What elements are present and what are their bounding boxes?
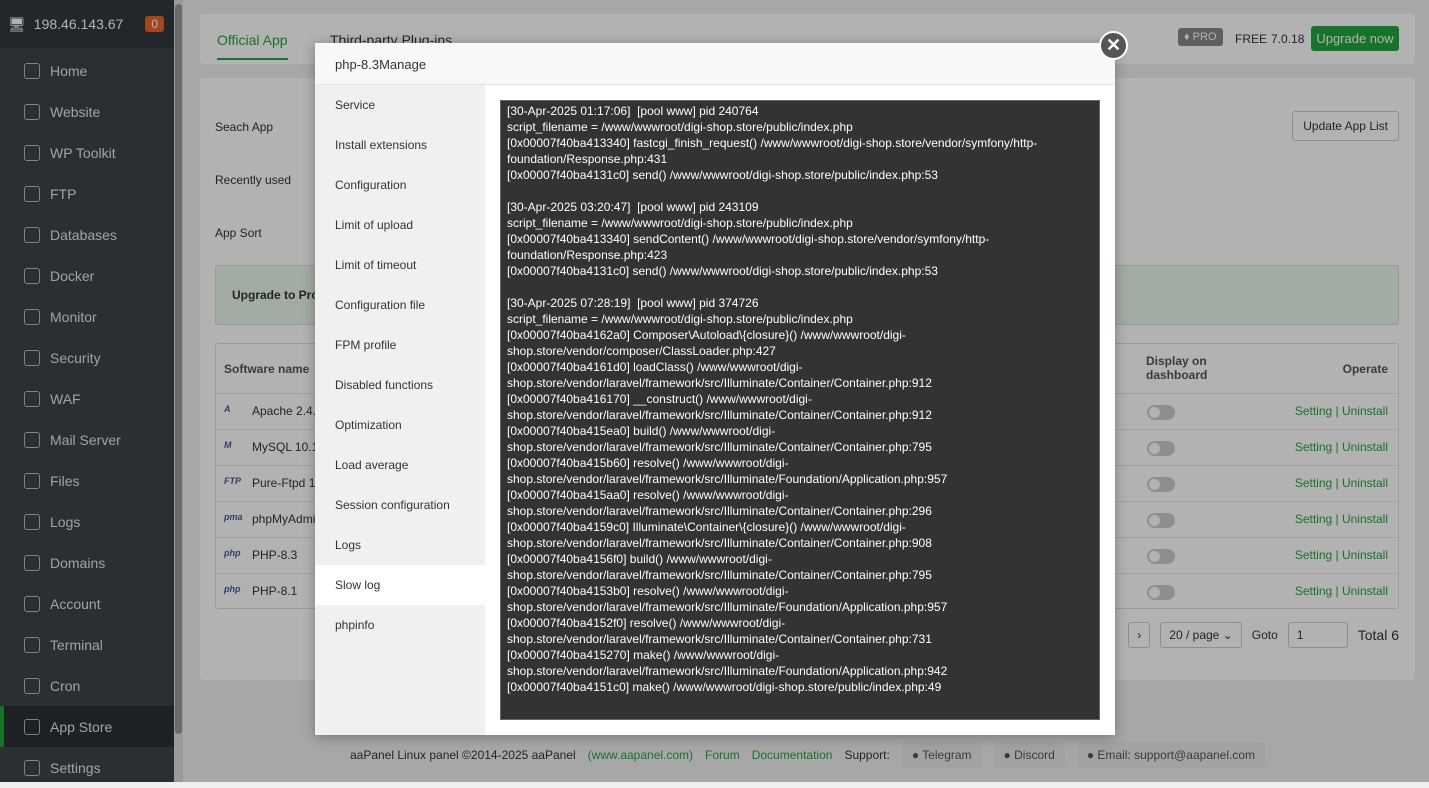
menu-item-load-average[interactable]: Load average: [315, 445, 485, 485]
dialog-title: php-8.3Manage: [315, 43, 1115, 85]
menu-item-phpinfo[interactable]: phpinfo: [315, 605, 485, 645]
menu-item-service[interactable]: Service: [315, 85, 485, 125]
menu-item-session-configuration[interactable]: Session configuration: [315, 485, 485, 525]
menu-item-configuration[interactable]: Configuration: [315, 165, 485, 205]
menu-item-limit-of-upload[interactable]: Limit of upload: [315, 205, 485, 245]
menu-item-configuration-file[interactable]: Configuration file: [315, 285, 485, 325]
slow-log-output[interactable]: [30-Apr-2025 01:17:06] [pool www] pid 24…: [500, 100, 1100, 720]
menu-item-disabled-functions[interactable]: Disabled functions: [315, 365, 485, 405]
dialog-menu: Service Install extensions Configuration Li…: [315, 85, 485, 735]
menu-item-install-extensions[interactable]: Install extensions: [315, 125, 485, 165]
menu-item-slow-log[interactable]: Slow log: [315, 565, 485, 605]
close-dialog-button[interactable]: ✕: [1099, 31, 1128, 60]
menu-item-fpm-profile[interactable]: FPM profile: [315, 325, 485, 365]
menu-item-optimization[interactable]: Optimization: [315, 405, 485, 445]
close-icon: ✕: [1105, 35, 1122, 55]
menu-item-logs[interactable]: Logs: [315, 525, 485, 565]
menu-item-limit-of-timeout[interactable]: Limit of timeout: [315, 245, 485, 285]
php-manage-dialog: php-8.3Manage Service Install extensions C…: [315, 43, 1115, 735]
